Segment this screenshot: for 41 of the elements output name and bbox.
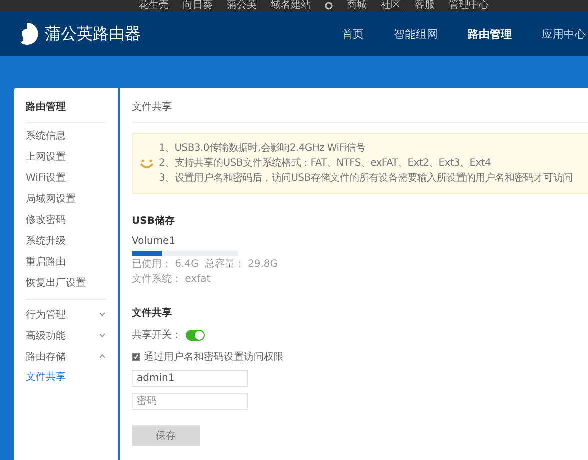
notice-text: 3、设置用户名和密码后，访问USB存储文件的所有设备需要输入所设置的用户名和密码才可访问 (159, 172, 573, 185)
section-heading: 文件共享 (132, 306, 173, 320)
auth-checkbox[interactable] (132, 353, 140, 361)
ring-icon (325, 2, 333, 10)
checkbox-label: 通过用户名和密码设置访问权限 (144, 350, 284, 364)
brand-name: 蒲公英路由器 (45, 24, 141, 44)
sidebar-item[interactable]: 局域网设置 (26, 189, 106, 210)
top-link[interactable]: 社区 (381, 0, 401, 12)
nav-link[interactable]: 应用中心 (542, 26, 586, 42)
notice-text: 1、USB3.0传输数据时,会影响2.4GHz WiFi信号 (159, 142, 367, 155)
total-text: 总容量： 29.8G (204, 259, 278, 271)
sidebar-item[interactable]: 上网设置 (26, 147, 106, 168)
password-field[interactable]: 密码 (132, 393, 248, 410)
volume-name: Volume1 (132, 236, 177, 247)
top-link[interactable]: 向日葵 (183, 0, 213, 12)
sidebar-item[interactable]: 系统信息 (26, 126, 106, 147)
sidebar-group[interactable]: 路由存储 (26, 350, 66, 364)
sidebar-group[interactable]: 高级功能 (26, 328, 66, 342)
username-field[interactable]: admin1 (132, 370, 248, 387)
filesystem-text: 文件系统： exfat (132, 274, 211, 286)
nav-link[interactable]: 首页 (342, 26, 364, 42)
sidebar-item[interactable]: 重启路由 (26, 252, 106, 273)
sidebar-item[interactable]: 恢复出厂设置 (26, 273, 106, 294)
top-link[interactable]: 蒲公英 (227, 0, 257, 12)
top-link[interactable]: 域名建站 (271, 0, 311, 12)
used-text: 已使用： 6.4G (132, 259, 199, 271)
page-title: 文件共享 (132, 100, 588, 123)
switch-label: 共享开关： (132, 328, 182, 342)
top-link[interactable]: 花生壳 (139, 0, 169, 12)
sidebar-group[interactable]: 行为管理 (26, 308, 66, 322)
nav-link[interactable]: 智能组网 (394, 26, 438, 42)
nav-link[interactable]: 路由管理 (468, 26, 512, 42)
sidebar-item[interactable]: 系统升级 (26, 231, 106, 252)
section-heading: USB储存 (132, 214, 176, 228)
sidebar-item[interactable]: WiFi设置 (26, 168, 106, 189)
sidebar-item[interactable]: 修改密码 (26, 210, 106, 231)
smiley-icon (139, 158, 155, 170)
notice-text: 2、支持共享的USB文件系统格式：FAT、NTFS、exFAT、Ext2、Ext3、Ext4 (159, 157, 492, 170)
share-switch[interactable] (186, 330, 205, 340)
sidebar-title: 路由管理 (26, 100, 106, 123)
sidebar-item[interactable]: 文件共享 (26, 367, 118, 388)
